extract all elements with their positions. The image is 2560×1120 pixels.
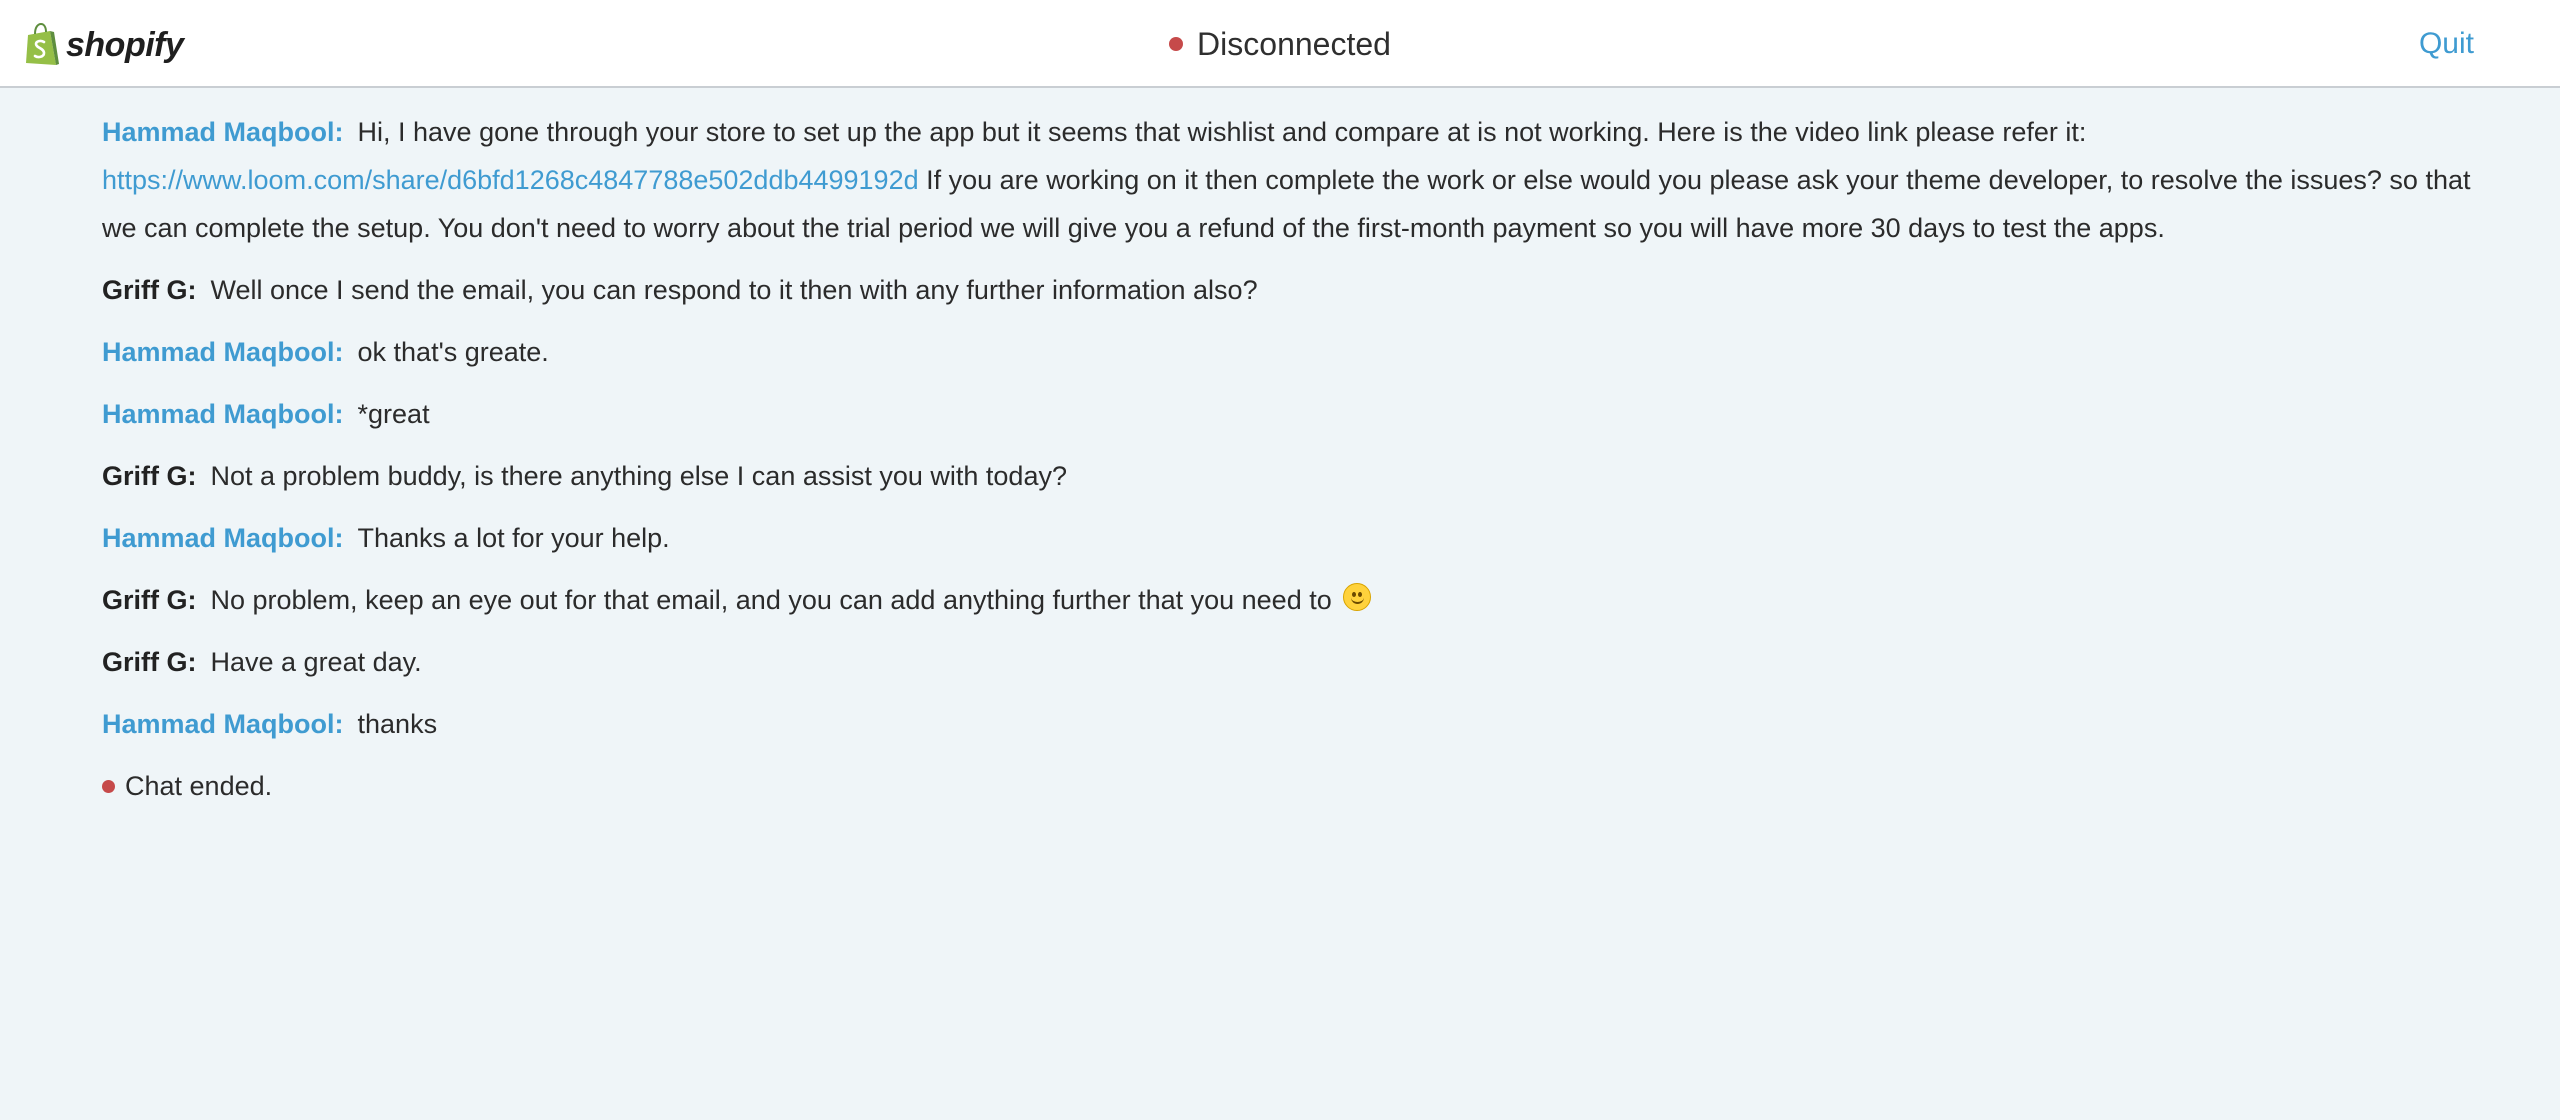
message-text: ok that's greate. (357, 337, 549, 367)
chat-message: Hammad Maqbool: Hi, I have gone through y… (102, 108, 2502, 252)
chat-message: Griff G: No problem, keep an eye out for … (102, 576, 2502, 624)
message-sender: Griff G: (102, 461, 197, 491)
message-sender: Hammad Maqbool: (102, 709, 344, 739)
message-text: thanks (357, 709, 438, 739)
message-text: No problem, keep an eye out for that ema… (210, 585, 1332, 615)
logo-wordmark: shopify (66, 25, 184, 64)
message-sender: Hammad Maqbool: (102, 523, 344, 553)
message-text: Well once I send the email, you can resp… (210, 275, 1258, 305)
smiley-emoji-icon (1343, 583, 1372, 611)
status-label: Disconnected (1197, 25, 1391, 62)
status-dot-icon (1169, 37, 1184, 51)
message-sender: Griff G: (102, 275, 197, 305)
connection-status: Disconnected (0, 0, 2560, 88)
chat-message: Griff G: Well once I send the email, you … (102, 266, 2502, 314)
chat-message: Hammad Maqbool: ok that's greate. (102, 328, 2502, 376)
chat-message: Griff G: Have a great day. (102, 638, 2502, 686)
top-bar: shopify Disconnected Quit (0, 0, 2560, 88)
message-sender: Griff G: (102, 647, 197, 677)
chat-transcript: Hammad Maqbool: Hi, I have gone through y… (102, 46, 2502, 824)
quit-button[interactable]: Quit (2419, 0, 2474, 88)
shopify-bag-icon (26, 23, 59, 65)
chat-message: Hammad Maqbool: thanks (102, 700, 2502, 748)
chat-message: Hammad Maqbool: *great (102, 390, 2502, 438)
message-sender: Hammad Maqbool: (102, 337, 344, 367)
chat-message: Griff G: Not a problem buddy, is there an… (102, 452, 2502, 500)
chat-message: Hammad Maqbool: Thanks a lot for your hel… (102, 514, 2502, 562)
message-sender: Hammad Maqbool: (102, 117, 344, 147)
chat-ended-notice: Chat ended. (102, 762, 2502, 810)
shopify-logo: shopify (24, 22, 184, 68)
message-text: Have a great day. (210, 647, 422, 677)
chat-ended-label: Chat ended. (125, 771, 273, 801)
message-text: *great (357, 399, 430, 429)
message-text: Hi, I have gone through your store to se… (357, 117, 2087, 147)
message-sender: Griff G: (102, 585, 197, 615)
ended-dot-icon (102, 779, 115, 793)
message-text: Not a problem buddy, is there anything e… (210, 461, 1067, 491)
message-sender: Hammad Maqbool: (102, 399, 344, 429)
loom-video-link[interactable]: https://www.loom.com/share/d6bfd1268c484… (102, 165, 919, 195)
message-text: Thanks a lot for your help. (357, 523, 670, 553)
